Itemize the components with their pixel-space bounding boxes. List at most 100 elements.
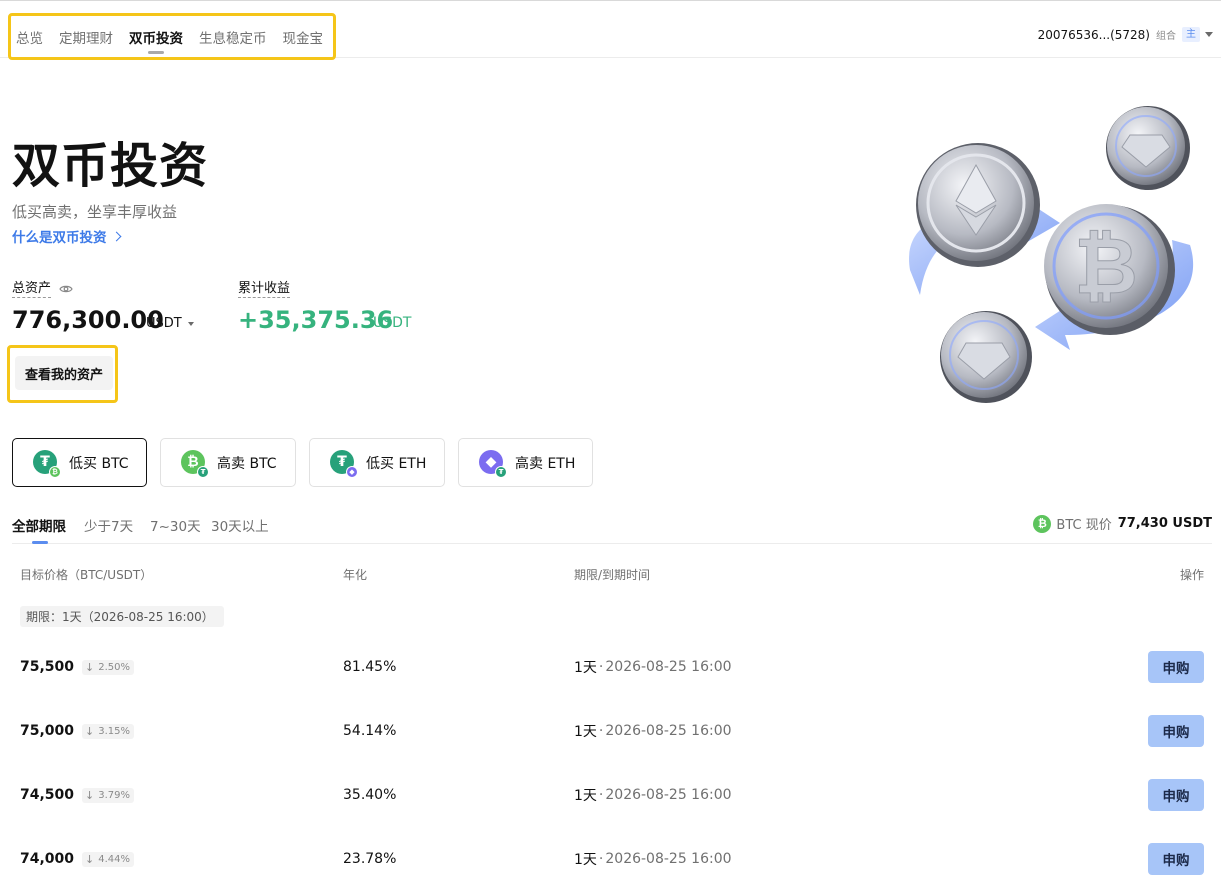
table-row: 75,500 ↓ 2.50% 81.45% 1天 · 2026-08-25 16:00… <box>0 635 1221 699</box>
table-row: 74,000 ↓ 4.44% 23.78% 1天 · 2026-08-25 16:00… <box>0 827 1221 889</box>
my-assets-highlight: 查看我的资产 <box>7 345 118 403</box>
arrow-down-icon: ↓ <box>85 660 95 674</box>
svg-text:₿: ₿ <box>1074 222 1138 312</box>
currency-selector[interactable]: USDT <box>146 316 194 331</box>
expiry-time: 2026-08-25 16:00 <box>605 787 732 803</box>
term-group-label: 期限：1天（2026-08-25 16:00） <box>20 606 224 627</box>
subscribe-button[interactable]: 申购 <box>1148 715 1204 747</box>
product-card-label: 高卖 ETH <box>515 455 576 472</box>
target-price: 74,500 <box>20 787 75 803</box>
period-tab-lt7[interactable]: 少于7天 <box>84 515 133 535</box>
coin-pair-icon: ◆ ₮ <box>479 449 507 478</box>
price-change: 4.44% <box>98 853 131 865</box>
term-cell: 1天 · 2026-08-25 16:00 <box>574 827 732 889</box>
table-row: 75,000 ↓ 3.15% 54.14% 1天 · 2026-08-25 16:00… <box>0 699 1221 763</box>
target-price: 75,000 <box>20 723 75 739</box>
btc-icon: ₿ <box>1033 514 1052 533</box>
coin-pair-icon: ₮ ₿ <box>33 449 61 478</box>
expiry-time: 2026-08-25 16:00 <box>605 851 732 867</box>
product-card-buy-low-eth[interactable]: ₮ ◆ 低买 ETH <box>309 438 445 487</box>
apy: 35.40% <box>343 787 397 803</box>
separator-dot: · <box>598 659 604 675</box>
term-days: 1天 <box>574 724 597 740</box>
target-price-cell: 74,500 ↓ 3.79% <box>20 763 135 827</box>
target-price-cell: 74,000 ↓ 4.44% <box>20 827 135 889</box>
col-header-target-price: 目标价格（BTC/USDT） <box>20 568 153 582</box>
product-card-sell-high-eth[interactable]: ◆ ₮ 高卖 ETH <box>458 438 593 487</box>
period-tab-gt30[interactable]: 30天以上 <box>211 515 269 535</box>
what-is-dual-link[interactable]: 什么是双币投资 <box>12 226 121 246</box>
term-days: 1天 <box>574 852 597 868</box>
price-change: 3.15% <box>98 725 131 737</box>
top-nav: 总览 定期理财 双币投资 生息稳定币 现金宝 20076536...(5728)… <box>0 12 1221 60</box>
eth-icon: ◆ <box>346 465 358 478</box>
separator-dot: · <box>598 851 604 867</box>
view-my-assets-button[interactable]: 查看我的资产 <box>15 356 113 390</box>
coin-pair-icon: ₿ ₮ <box>181 449 209 478</box>
eye-icon[interactable] <box>59 282 73 296</box>
expiry-time: 2026-08-25 16:00 <box>605 723 732 739</box>
expiry-time: 2026-08-25 16:00 <box>605 659 732 675</box>
cumulative-profit-value: +35,375.36 <box>238 306 394 334</box>
col-header-action: 操作 <box>1179 568 1204 582</box>
account-switcher[interactable]: 20076536...(5728) 组合 主 <box>1038 27 1213 42</box>
subscribe-button[interactable]: 申购 <box>1148 779 1204 811</box>
separator-dot: · <box>598 787 604 803</box>
target-price-cell: 75,000 ↓ 3.15% <box>20 699 135 763</box>
cumulative-profit-label: 累计收益 <box>238 281 291 298</box>
apy: 81.45% <box>343 659 397 675</box>
tab-fixed-savings[interactable]: 定期理财 <box>59 16 113 57</box>
term-days: 1天 <box>574 788 597 804</box>
term-days: 1天 <box>574 660 597 676</box>
price-change-badge: ↓ 4.44% <box>82 851 135 867</box>
product-card-label: 低买 BTC <box>69 455 129 472</box>
subscribe-button[interactable]: 申购 <box>1148 843 1204 875</box>
arrow-down-icon: ↓ <box>85 788 95 802</box>
cumulative-profit-unit: USDT <box>373 315 412 331</box>
period-tabs: 全部期限 少于7天 7~30天 30天以上 <box>12 505 1212 544</box>
price-change-badge: ↓ 2.50% <box>82 659 135 675</box>
col-header-term: 期限/到期时间 <box>574 568 651 582</box>
price-change: 2.50% <box>98 661 131 673</box>
target-price: 75,500 <box>20 659 75 675</box>
tab-overview[interactable]: 总览 <box>16 16 43 57</box>
total-assets-label: 总资产 <box>12 281 52 298</box>
price-change-badge: ↓ 3.15% <box>82 723 135 739</box>
top-divider <box>0 0 1221 1</box>
price-change: 3.79% <box>98 789 131 801</box>
target-price: 74,000 <box>20 851 75 867</box>
current-price-value: 77,430 USDT <box>1117 516 1212 531</box>
arrow-down-icon: ↓ <box>85 852 95 866</box>
usdt-icon: ₮ <box>495 465 507 478</box>
apy: 54.14% <box>343 723 397 739</box>
apy: 23.78% <box>343 851 397 867</box>
product-card-buy-low-btc[interactable]: ₮ ₿ 低买 BTC <box>12 438 147 487</box>
term-cell: 1天 · 2026-08-25 16:00 <box>574 699 732 763</box>
price-change-badge: ↓ 3.79% <box>82 787 135 803</box>
product-card-sell-high-btc[interactable]: ₿ ₮ 高卖 BTC <box>160 438 296 487</box>
chevron-down-icon <box>1205 32 1213 37</box>
account-type: 组合 <box>1156 31 1176 42</box>
current-price-label: BTC 现价 <box>1056 518 1112 533</box>
subscribe-button[interactable]: 申购 <box>1148 651 1204 683</box>
term-cell: 1天 · 2026-08-25 16:00 <box>574 763 732 827</box>
active-tab-indicator <box>32 541 48 544</box>
btc-icon: ₿ <box>49 465 61 478</box>
separator-dot: · <box>598 723 604 739</box>
chevron-down-icon <box>187 321 194 326</box>
table-row: 74,500 ↓ 3.79% 35.40% 1天 · 2026-08-25 16:00… <box>0 763 1221 827</box>
period-tab-7to30[interactable]: 7~30天 <box>150 515 201 535</box>
page-title: 双币投资 <box>12 138 209 194</box>
page-subtitle: 低买高卖，坐享丰厚收益 <box>12 203 178 221</box>
tab-yield-stablecoin[interactable]: 生息稳定币 <box>199 16 267 57</box>
coin-pair-icon: ₮ ◆ <box>330 449 358 478</box>
period-tab-all[interactable]: 全部期限 <box>12 515 66 535</box>
product-card-label: 高卖 BTC <box>217 455 277 472</box>
term-cell: 1天 · 2026-08-25 16:00 <box>574 635 732 699</box>
tab-cash-treasure[interactable]: 现金宝 <box>283 16 324 57</box>
product-cards: ₮ ₿ 低买 BTC ₿ ₮ 高卖 BTC ₮ ◆ 低买 ETH ◆ ₮ 高卖 … <box>12 438 606 487</box>
tab-dual-investment[interactable]: 双币投资 <box>129 16 183 57</box>
total-assets-value: 776,300.00 <box>12 306 164 334</box>
chevron-right-icon <box>111 231 121 241</box>
account-badge: 主 <box>1182 27 1200 42</box>
